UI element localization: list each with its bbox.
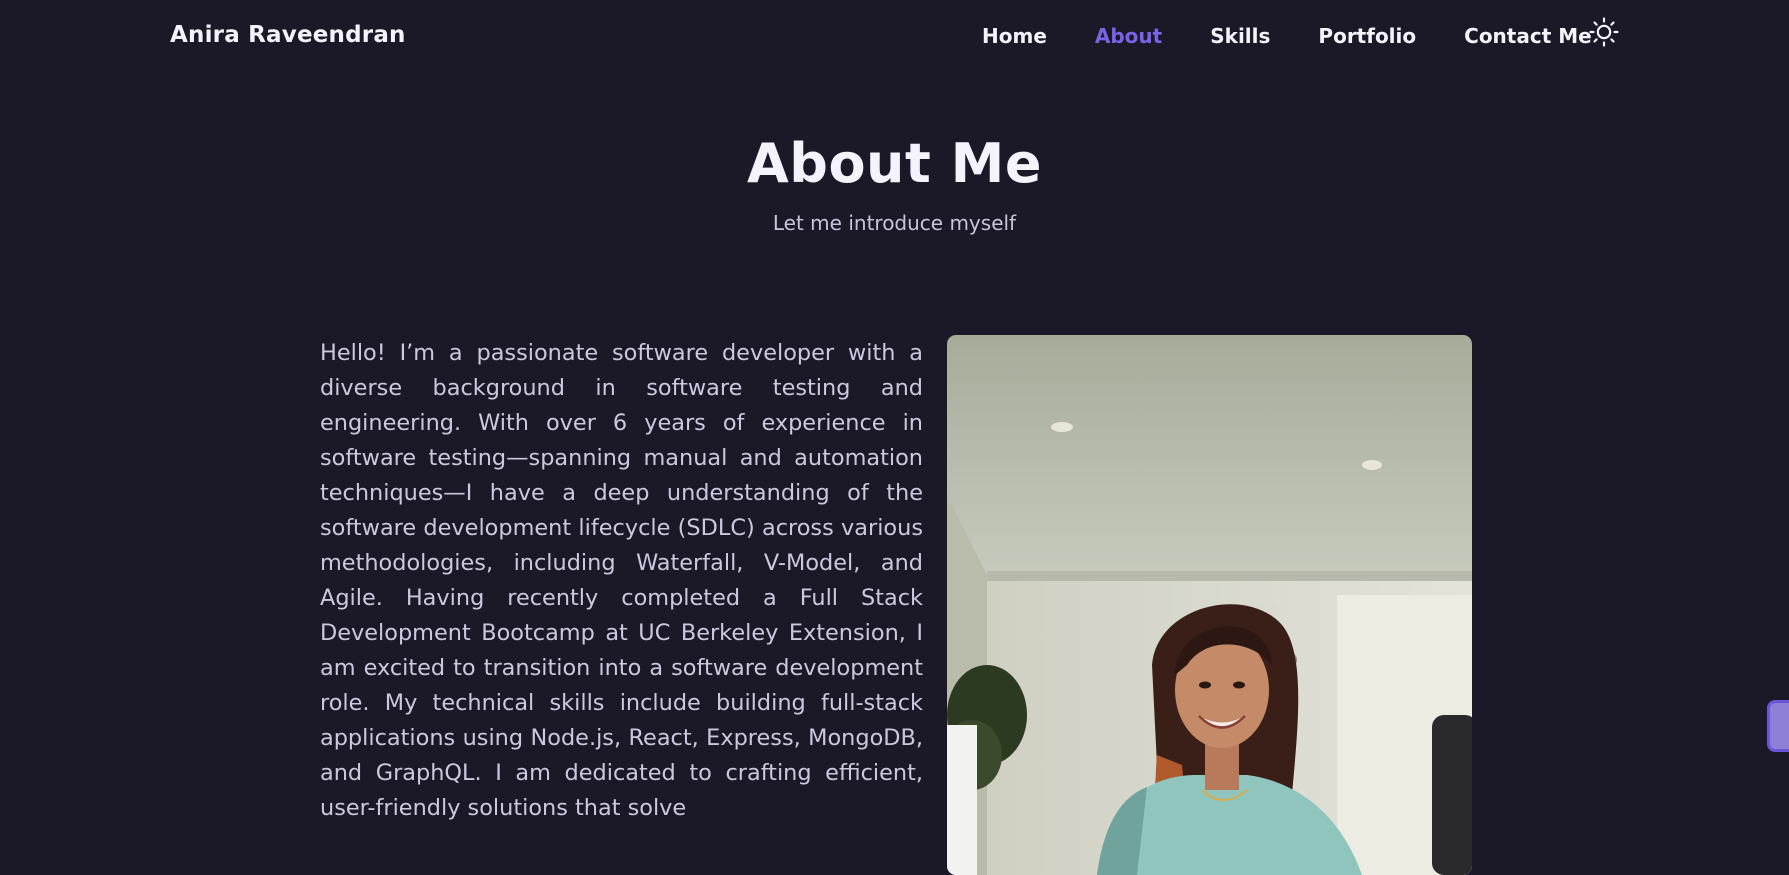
sun-icon (1589, 17, 1619, 47)
nav-about-link[interactable]: About (1095, 24, 1162, 48)
nav-skills-link[interactable]: Skills (1210, 24, 1270, 48)
profile-photo (947, 335, 1472, 875)
nav-portfolio-link[interactable]: Portfolio (1318, 24, 1416, 48)
about-bio-text: Hello! I’m a passionate software develop… (320, 340, 923, 821)
about-title: About Me (747, 132, 1042, 195)
theme-toggle-button[interactable] (1589, 17, 1619, 47)
nav-links: Home About Skills Portfolio Contact Me (982, 24, 1592, 48)
side-widget-tab[interactable] (1767, 700, 1789, 752)
navbar: Anira Raveendran Home About Skills Portf… (0, 0, 1789, 72)
nav-home-link[interactable]: Home (982, 24, 1047, 48)
nav-contact-link[interactable]: Contact Me (1464, 24, 1592, 48)
profile-photo-illustration (947, 335, 1472, 875)
about-subtitle: Let me introduce myself (772, 211, 1017, 235)
brand-name[interactable]: Anira Raveendran (170, 22, 406, 48)
